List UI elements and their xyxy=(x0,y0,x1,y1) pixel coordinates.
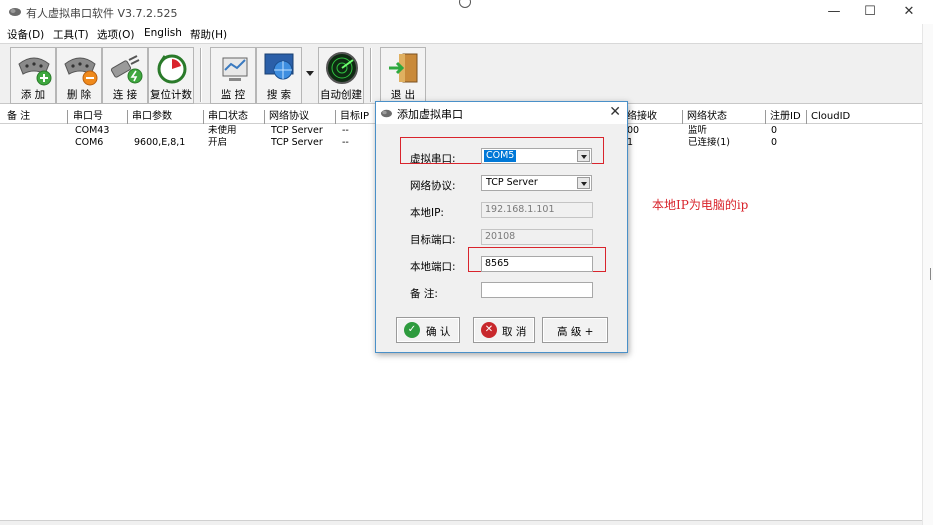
search-label: 搜 索 xyxy=(266,89,292,101)
cancel-label: 取 消 xyxy=(502,326,527,338)
protocol-select[interactable]: TCP Server xyxy=(481,175,592,191)
reset-count-button[interactable]: 复位计数 xyxy=(148,47,194,104)
exit-label: 退 出 xyxy=(390,89,416,101)
note-field[interactable] xyxy=(481,282,593,298)
search-button[interactable]: 搜 索 xyxy=(256,47,302,104)
annotation-text: 本地IP为电脑的ip xyxy=(652,198,749,212)
chevron-down-icon[interactable] xyxy=(577,177,590,189)
column-header-register-id[interactable]: 注册ID xyxy=(767,110,807,124)
close-button[interactable]: ✕ xyxy=(891,2,927,22)
confirm-label: 确 认 xyxy=(426,326,451,338)
dialog-title: 添加虚拟串口 xyxy=(397,108,463,121)
cell-target-ip: -- xyxy=(342,125,349,136)
menu-device[interactable]: 设备(D) xyxy=(7,27,44,42)
auto-create-label: 自动创建 xyxy=(320,89,362,101)
protocol-value: TCP Server xyxy=(486,177,538,188)
reset-count-label: 复位计数 xyxy=(150,89,192,101)
text-cursor-icon xyxy=(930,268,931,280)
delete-button[interactable]: 删 除 xyxy=(56,47,102,104)
column-header-params[interactable]: 串口参数 xyxy=(129,110,204,124)
toolbar-separator xyxy=(370,48,372,102)
add-button[interactable]: 添 加 xyxy=(10,47,56,104)
net-receive-header-text: 网络接收 xyxy=(627,111,657,122)
delete-port-icon xyxy=(64,57,98,86)
menu-tools[interactable]: 工具(T) xyxy=(53,27,89,42)
column-header-port[interactable]: 串口号 xyxy=(70,110,128,124)
status-bar xyxy=(0,520,922,525)
radar-icon xyxy=(326,52,358,84)
window-title: 有人虚拟串口软件 V3.7.2.525 xyxy=(26,7,178,20)
column-header-target-ip[interactable]: 目标IP xyxy=(337,110,377,124)
monitor-label: 监 控 xyxy=(220,89,246,101)
target-port-field: 20108 xyxy=(481,229,593,245)
local-port-label: 本地端口: xyxy=(410,261,456,273)
cell-protocol: TCP Server xyxy=(271,125,323,136)
check-icon: ✓ xyxy=(404,322,420,338)
column-header-note[interactable]: 备 注 xyxy=(4,110,68,124)
cancel-x-icon: ✕ xyxy=(481,322,497,338)
auto-create-button[interactable]: 自动创建 xyxy=(318,47,364,104)
cell-params: 9600,E,8,1 xyxy=(134,137,186,148)
vertical-scrollbar[interactable] xyxy=(922,24,933,525)
monitor-button[interactable]: 监 控 xyxy=(210,47,256,104)
dialog-title-bar: 添加虚拟串口 ✕ xyxy=(376,102,627,124)
local-ip-label: 本地IP: xyxy=(410,207,444,219)
connect-button[interactable]: 连 接 xyxy=(102,47,148,104)
dialog-app-icon xyxy=(381,109,392,118)
dialog-close-button[interactable]: ✕ xyxy=(609,104,621,120)
cell-protocol: TCP Server xyxy=(271,137,323,148)
connect-plug-icon xyxy=(110,55,143,84)
cell-net-status: 已连接(1) xyxy=(688,137,730,148)
cell-port-status: 未使用 xyxy=(208,125,237,136)
chevron-down-icon[interactable] xyxy=(577,150,590,162)
toolbar: 添 加 删 除 连 接 复位计数 监 控 搜 索 自动创建 退 出 xyxy=(0,43,922,104)
local-port-field[interactable]: 8565 xyxy=(481,256,593,272)
column-header-port-status[interactable]: 串口状态 xyxy=(205,110,265,124)
advanced-label: 高 级 + xyxy=(557,326,594,338)
cell-port-status: 开启 xyxy=(208,137,228,148)
cell-port: COM6 xyxy=(75,137,104,148)
exit-door-icon xyxy=(389,53,418,83)
local-ip-field: 192.168.1.101 xyxy=(481,202,593,218)
delete-label: 删 除 xyxy=(66,89,92,101)
app-logo-icon xyxy=(9,8,21,16)
cell-register-id: 0 xyxy=(771,125,778,136)
add-label: 添 加 xyxy=(20,89,46,101)
menu-english[interactable]: English xyxy=(144,27,182,39)
reset-counter-icon xyxy=(157,54,187,84)
cancel-button[interactable]: ✕ 取 消 xyxy=(473,317,535,343)
target-port-label: 目标端口: xyxy=(410,234,456,246)
search-globe-icon xyxy=(264,53,294,80)
monitor-icon xyxy=(222,57,248,81)
cell-port: COM43 xyxy=(75,125,110,136)
confirm-button[interactable]: ✓ 确 认 xyxy=(396,317,460,343)
search-dropdown-icon[interactable] xyxy=(306,71,314,76)
virtual-port-select[interactable]: COM5 xyxy=(481,148,592,164)
cell-register-id: 0 xyxy=(771,137,778,148)
column-header-net-receive[interactable]: 网络接收 xyxy=(627,110,683,124)
minimize-button[interactable]: — xyxy=(816,2,852,22)
cell-net-receive: 00 xyxy=(627,125,640,136)
add-virtual-port-dialog: 添加虚拟串口 ✕ 虚拟串口: COM5 网络协议: TCP Server 本地I… xyxy=(375,101,628,353)
menu-help[interactable]: 帮助(H) xyxy=(190,27,227,42)
virtual-port-value: COM5 xyxy=(484,150,517,162)
menu-bar: 设备(D) 工具(T) 选项(O) English 帮助(H) xyxy=(0,24,933,43)
protocol-label: 网络协议: xyxy=(410,180,456,192)
column-header-cloud-id[interactable]: CloudID xyxy=(808,110,922,124)
exit-button[interactable]: 退 出 xyxy=(380,47,426,104)
note-label: 备 注: xyxy=(410,288,438,300)
column-header-net-status[interactable]: 网络状态 xyxy=(684,110,766,124)
cell-net-status: 监听 xyxy=(688,125,708,136)
connect-label: 连 接 xyxy=(112,89,138,101)
advanced-button[interactable]: 高 级 + xyxy=(542,317,608,343)
maximize-button[interactable]: ☐ xyxy=(852,2,888,22)
toolbar-separator xyxy=(200,48,202,102)
menu-options[interactable]: 选项(O) xyxy=(97,27,134,42)
cell-target-ip: -- xyxy=(342,137,349,148)
virtual-port-label: 虚拟串口: xyxy=(410,153,456,165)
add-port-icon xyxy=(18,57,52,86)
column-header-protocol[interactable]: 网络协议 xyxy=(266,110,336,124)
